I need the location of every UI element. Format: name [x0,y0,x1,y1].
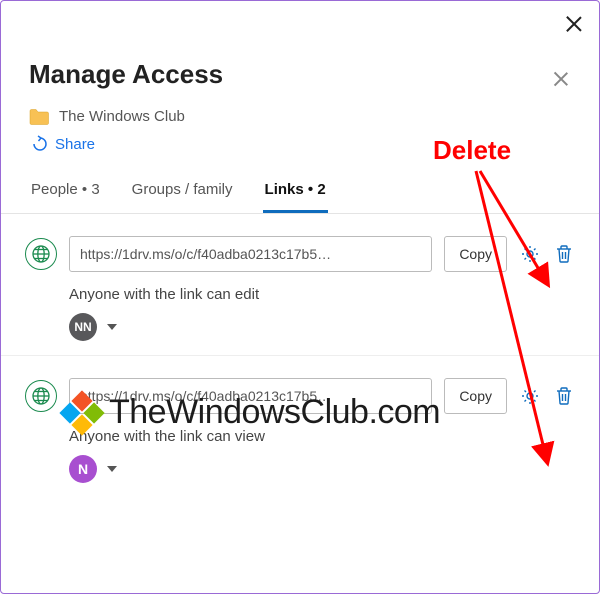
tab-links-count: 2 [317,181,325,198]
permission-text: Anyone with the link can edit [69,286,575,303]
tab-links-sep: • [308,181,317,198]
page-title: Manage Access [29,59,571,90]
tab-groups[interactable]: Groups / family [130,171,235,213]
avatar[interactable]: NN [69,313,97,341]
chevron-down-icon[interactable] [107,466,117,472]
settings-icon[interactable] [519,385,541,407]
manage-access-panel: Manage Access The Windows Club Share Peo… [0,0,600,594]
share-link-url[interactable] [69,236,432,272]
share-label: Share [55,136,95,153]
copy-button[interactable]: Copy [444,236,507,272]
link-item: Copy Anyone with the link can [1,356,599,497]
share-button[interactable]: Share [29,135,571,153]
folder-name: The Windows Club [59,108,185,125]
delete-icon[interactable] [553,243,575,265]
tab-people-sep: • [82,181,91,198]
tab-links[interactable]: Links • 2 [263,171,328,213]
folder-row: The Windows Club [29,108,571,125]
tab-groups-label: Groups / family [132,181,233,198]
link-item: Copy Anyone with the link can [1,214,599,356]
avatar-row: NN [69,313,575,341]
globe-icon [25,380,57,412]
avatar-row: N [69,455,575,483]
tab-people-count: 3 [91,181,99,198]
tab-people-label: People [31,181,78,198]
globe-icon [25,238,57,270]
delete-icon[interactable] [553,385,575,407]
share-link-url[interactable] [69,378,432,414]
avatar[interactable]: N [69,455,97,483]
copy-button[interactable]: Copy [444,378,507,414]
share-icon [29,135,47,153]
tab-people[interactable]: People • 3 [29,171,102,213]
links-area: Copy Anyone with the link can [1,214,599,497]
settings-icon[interactable] [519,243,541,265]
panel-close-icon[interactable] [553,71,569,87]
folder-icon [29,109,49,125]
tabs: People • 3 Groups / family Links • 2 [1,171,599,214]
chevron-down-icon[interactable] [107,324,117,330]
tab-links-label: Links [265,181,304,198]
permission-text: Anyone with the link can view [69,428,575,445]
